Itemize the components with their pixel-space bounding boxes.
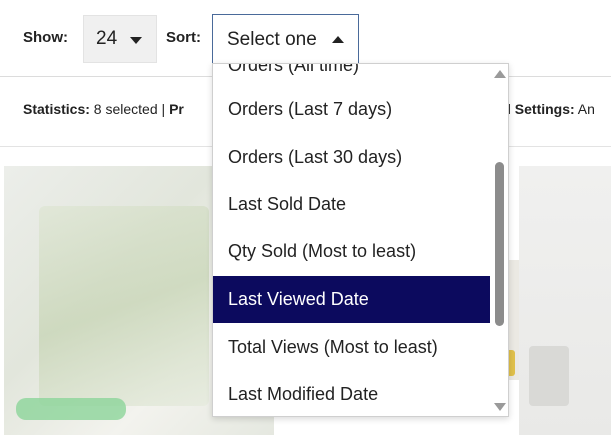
scroll-down-arrow-icon[interactable] [494,403,506,411]
page-size-select[interactable]: 24 [83,15,157,63]
sort-dropdown-menu: Orders (All time) Orders (Last 7 days) O… [212,63,509,417]
statistics-value: 8 selected | [89,101,170,117]
dropdown-scrollbar[interactable] [490,64,508,416]
product-card[interactable] [519,166,611,435]
chevron-down-icon [130,37,142,44]
statistics-summary: Statistics: 8 selected | Pr [23,101,184,117]
page-size-value: 24 [96,28,118,49]
sort-option-total-views[interactable]: Total Views (Most to least) [213,324,490,371]
statistics-label: Statistics: [23,101,90,117]
sort-option-orders-30-days[interactable]: Orders (Last 30 days) [213,134,490,181]
chevron-up-icon [332,36,344,43]
statistics-next-label: Pr [169,101,184,117]
sort-value: Select one [227,29,317,50]
product-image [39,206,209,406]
show-label: Show: [23,29,68,46]
sort-select[interactable]: Select one [212,14,359,64]
sort-option-last-modified-date[interactable]: Last Modified Date [213,371,490,416]
settings-summary: l Settings: An [507,101,595,117]
settings-value: An [574,101,595,117]
sort-option-last-viewed-date[interactable]: Last Viewed Date [213,276,490,323]
sort-label: Sort: [166,29,201,46]
settings-label: l Settings: [507,101,575,117]
scroll-up-arrow-icon[interactable] [494,70,506,78]
sort-option-qty-sold[interactable]: Qty Sold (Most to least) [213,228,490,275]
status-badge [16,398,126,420]
product-image [529,346,569,406]
sort-option-orders-7-days[interactable]: Orders (Last 7 days) [213,86,490,133]
sort-option-last-sold-date[interactable]: Last Sold Date [213,181,490,228]
scrollbar-thumb[interactable] [495,162,504,326]
